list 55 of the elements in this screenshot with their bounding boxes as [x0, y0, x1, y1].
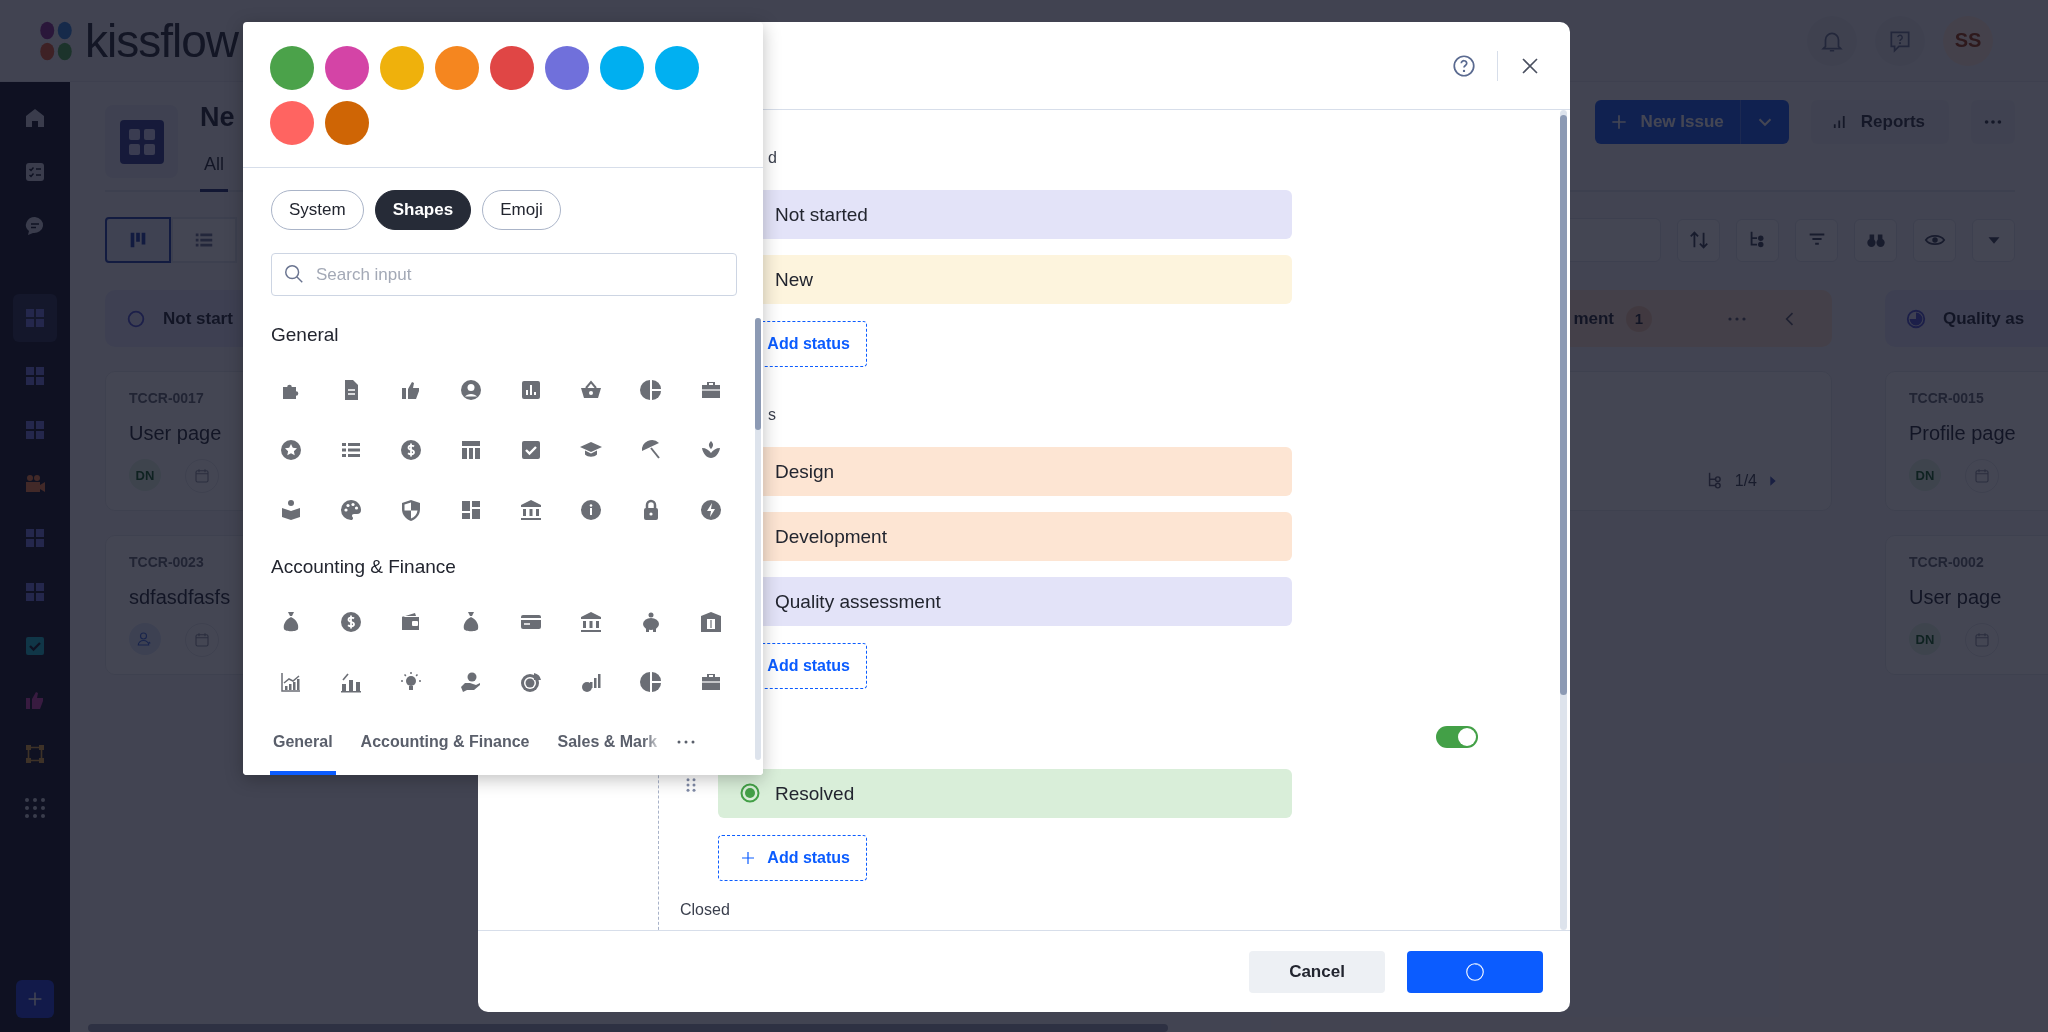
section-heading: Accounting & Finance: [271, 556, 457, 578]
reader-icon: [279, 498, 303, 522]
help-button[interactable]: [1451, 52, 1477, 79]
user-circle-icon: [459, 378, 483, 402]
save-button[interactable]: [1407, 950, 1543, 993]
scrollbar-track[interactable]: [1560, 110, 1567, 930]
color-swatch[interactable]: [325, 46, 369, 90]
bank-icon: [579, 610, 603, 634]
more-icon: [677, 740, 695, 744]
scrollbar-thumb[interactable]: [1560, 115, 1567, 695]
dashboard-icon: [459, 498, 483, 522]
group-label: Closed: [680, 901, 731, 919]
add-status-button[interactable]: Add status: [718, 835, 867, 881]
search-icon: [283, 263, 305, 285]
dollar-circle-icon: [399, 438, 423, 462]
color-swatch[interactable]: [545, 46, 589, 90]
bar-chart-icon: [519, 378, 543, 402]
color-swatch[interactable]: [325, 101, 369, 145]
bank-icon: [519, 498, 543, 522]
color-swatch[interactable]: [435, 46, 479, 90]
growth-chart-icon: [279, 670, 303, 694]
scrollbar-thumb[interactable]: [755, 318, 761, 430]
category-tab[interactable]: Sales & Mark: [554, 709, 661, 775]
info-icon: [579, 498, 603, 522]
color-swatch[interactable]: [270, 101, 314, 145]
spinner-icon: [1464, 960, 1486, 983]
shield-icon: [399, 498, 423, 522]
color-swatch[interactable]: [655, 46, 699, 90]
category-tab[interactable]: General: [270, 709, 336, 775]
color-swatch[interactable]: [270, 46, 314, 90]
hand-coin-icon: [459, 670, 483, 694]
checkbox-icon: [519, 438, 543, 462]
toggle-switch[interactable]: [1436, 726, 1478, 748]
icon-set-tab[interactable]: Shapes: [374, 190, 472, 230]
table-icon: [459, 438, 483, 462]
star-circle-icon: [279, 438, 303, 462]
color-swatch[interactable]: [600, 46, 644, 90]
help-icon: [1451, 52, 1477, 79]
scrollbar-track[interactable]: [755, 318, 761, 760]
search-field[interactable]: Search input: [271, 253, 737, 296]
color-swatch[interactable]: [490, 46, 534, 90]
color-swatch[interactable]: [380, 46, 424, 90]
section-heading: General: [271, 324, 340, 346]
coin-icon: [519, 670, 543, 694]
group-label: s: [768, 406, 776, 424]
group-label: d: [768, 149, 777, 167]
pie-chart-icon: [639, 670, 663, 694]
category-tab[interactable]: Accounting & Finance: [357, 709, 533, 775]
pie-chart-icon: [639, 378, 663, 402]
safe-icon: [699, 610, 723, 634]
bolt-icon: [699, 498, 723, 522]
palette-icon: [339, 498, 363, 522]
cancel-button[interactable]: Cancel: [1249, 950, 1385, 993]
status-row[interactable]: Resolved: [718, 769, 1292, 818]
dollar-circle-icon: [339, 610, 363, 634]
